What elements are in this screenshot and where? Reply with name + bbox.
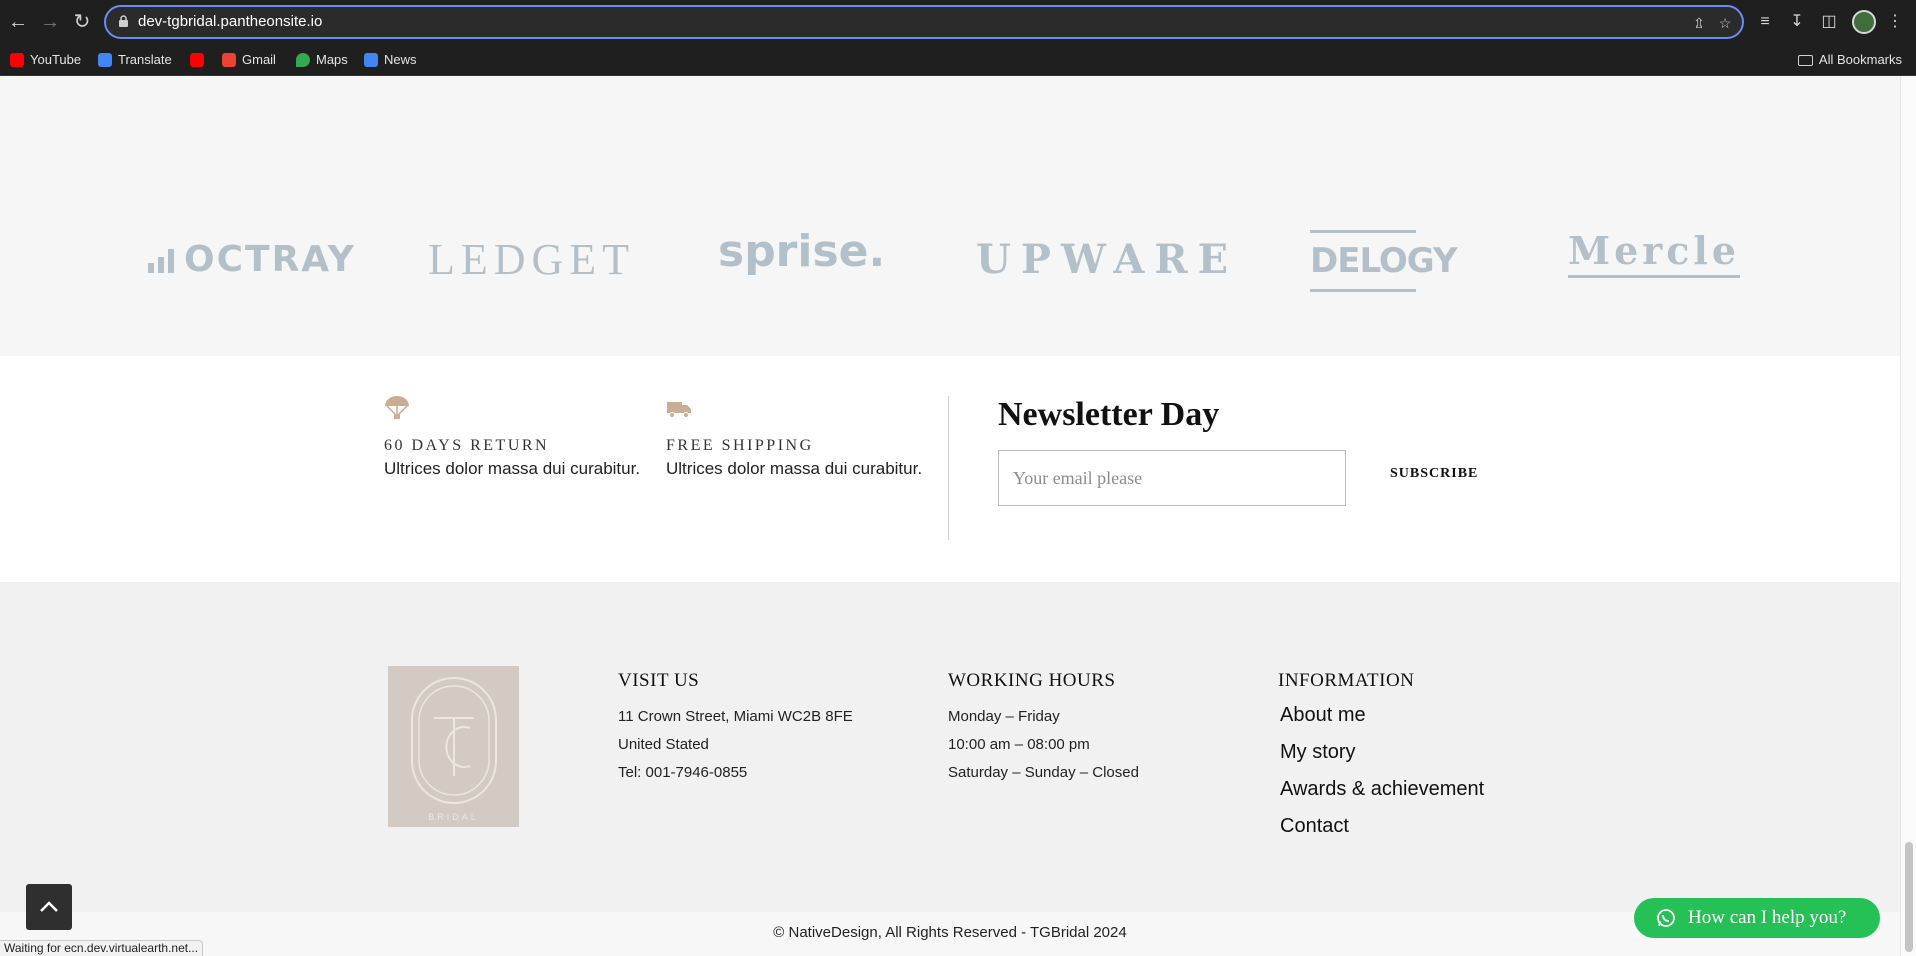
phone-line: Tel: 001-7946-0855 bbox=[618, 764, 748, 781]
maps-icon bbox=[296, 53, 310, 67]
feature-title: FREE SHIPPING bbox=[666, 437, 814, 454]
hours-line: Saturday – Sunday – Closed bbox=[948, 764, 1139, 781]
link-contact[interactable]: Contact bbox=[1278, 811, 1484, 848]
reading-list-icon[interactable]: ≡ bbox=[1754, 11, 1776, 33]
feature-shipping: FREE SHIPPING Ultrices dolor massa dui c… bbox=[666, 396, 922, 479]
bookmark-youtube-2[interactable] bbox=[190, 50, 204, 70]
chevron-up-icon bbox=[40, 901, 58, 912]
folder-icon bbox=[1797, 54, 1813, 66]
side-panel-icon[interactable]: ◫ bbox=[1818, 11, 1840, 33]
bookmark-news[interactable]: News bbox=[364, 50, 417, 70]
translate-icon bbox=[98, 53, 112, 67]
link-awards[interactable]: Awards & achievement bbox=[1278, 774, 1484, 811]
bookmark-label: Maps bbox=[316, 52, 348, 67]
news-icon bbox=[364, 53, 378, 67]
profile-avatar[interactable] bbox=[1852, 10, 1876, 34]
email-input[interactable] bbox=[998, 450, 1346, 506]
browser-toolbar: ← → ↻ dev-tgbridal.pantheonsite.io ⇫ ☆ ≡… bbox=[0, 0, 1916, 44]
gmail-icon bbox=[222, 53, 236, 67]
hours-line: Monday – Friday bbox=[948, 708, 1060, 725]
all-bookmarks[interactable]: All Bookmarks bbox=[1797, 50, 1902, 70]
working-hours-column: WORKING HOURS Monday – Friday 10:00 am –… bbox=[948, 670, 1139, 790]
youtube-icon bbox=[190, 53, 204, 67]
octray-bars-icon bbox=[148, 247, 174, 273]
scrollbar-thumb[interactable] bbox=[1905, 842, 1913, 952]
youtube-icon bbox=[10, 53, 24, 67]
partner-logo-mercle: Mercle bbox=[1568, 228, 1741, 278]
bookmark-youtube[interactable]: YouTube bbox=[10, 50, 81, 70]
url-text: dev-tgbridal.pantheonsite.io bbox=[138, 13, 323, 30]
partner-logo-sprise: sprise. bbox=[718, 226, 886, 277]
link-my-story[interactable]: My story bbox=[1278, 737, 1484, 774]
all-bookmarks-label: All Bookmarks bbox=[1818, 52, 1902, 67]
truck-icon bbox=[667, 402, 691, 418]
bookmarks-bar: YouTube Translate Gmail Maps News All Bo… bbox=[0, 44, 1916, 76]
column-heading: WORKING HOURS bbox=[948, 670, 1116, 691]
link-about-me[interactable]: About me bbox=[1278, 700, 1484, 737]
column-heading: INFORMATION bbox=[1278, 670, 1415, 691]
bookmark-label: Gmail bbox=[242, 52, 276, 67]
partner-logo-delogy: DELOGY bbox=[1310, 230, 1458, 292]
download-icon[interactable]: ↧ bbox=[1786, 11, 1808, 33]
forward-arrow-icon[interactable]: → bbox=[38, 10, 62, 34]
copyright-text: © NativeDesign, All Rights Reserved - TG… bbox=[773, 924, 1127, 941]
bookmark-maps[interactable]: Maps bbox=[296, 50, 348, 70]
share-icon[interactable]: ⇫ bbox=[1690, 14, 1708, 32]
footer: BRIDAL VISIT US 11 Crown Street, Miami W… bbox=[0, 582, 1900, 912]
newsletter-title: Newsletter Day bbox=[998, 396, 1220, 433]
back-to-top-button[interactable] bbox=[26, 884, 72, 930]
column-heading: VISIT US bbox=[618, 670, 700, 691]
hours-line: 10:00 am – 08:00 pm bbox=[948, 736, 1090, 753]
partner-logo-upware: UPWARE bbox=[976, 236, 1239, 283]
bookmark-gmail[interactable]: Gmail bbox=[222, 50, 276, 70]
brand-logo[interactable]: BRIDAL bbox=[388, 666, 519, 827]
features-newsletter-section: 60 DAYS RETURN Ultrices dolor massa dui … bbox=[0, 356, 1900, 582]
page-content: OCTRAY LEDGET sprise. UPWARE DELOGY Merc… bbox=[0, 76, 1900, 956]
partner-logo-text: OCTRAY bbox=[184, 239, 356, 280]
partner-logo-octray: OCTRAY bbox=[148, 239, 356, 280]
information-column: INFORMATION About me My story Awards & a… bbox=[1278, 670, 1484, 848]
bookmark-label: Translate bbox=[118, 52, 172, 67]
back-arrow-icon[interactable]: ← bbox=[6, 10, 30, 34]
parachute-icon bbox=[385, 396, 409, 419]
country-line: United Stated bbox=[618, 736, 709, 753]
divider bbox=[948, 396, 949, 540]
bookmark-label: YouTube bbox=[30, 52, 82, 67]
tg-monogram-icon bbox=[411, 677, 497, 804]
partner-logos-section: OCTRAY LEDGET sprise. UPWARE DELOGY Merc… bbox=[0, 76, 1900, 356]
address-line: 11 Crown Street, Miami WC2B 8FE bbox=[618, 708, 853, 725]
whatsapp-help-button[interactable]: How can I help you? bbox=[1634, 898, 1880, 938]
partner-logo-ledget: LEDGET bbox=[428, 235, 636, 284]
subscribe-button[interactable]: SUBSCRIBE bbox=[1390, 466, 1478, 482]
feature-text: Ultrices dolor massa dui curabitur. bbox=[384, 459, 641, 478]
address-bar[interactable]: dev-tgbridal.pantheonsite.io ⇫ ☆ bbox=[104, 5, 1744, 39]
page-scrollbar[interactable] bbox=[1900, 76, 1916, 956]
reload-icon[interactable]: ↻ bbox=[70, 10, 94, 34]
bookmark-label: News bbox=[384, 52, 417, 67]
feature-text: Ultrices dolor massa dui curabitur. bbox=[666, 459, 923, 478]
feature-returns: 60 DAYS RETURN Ultrices dolor massa dui … bbox=[384, 396, 640, 479]
feature-title: 60 DAYS RETURN bbox=[384, 437, 550, 454]
help-label: How can I help you? bbox=[1688, 907, 1847, 928]
copyright-bar: © NativeDesign, All Rights Reserved - TG… bbox=[0, 912, 1900, 956]
whatsapp-icon bbox=[1657, 909, 1675, 927]
lock-icon bbox=[119, 15, 128, 27]
bookmark-star-icon[interactable]: ☆ bbox=[1716, 14, 1734, 32]
brand-logo-text: BRIDAL bbox=[428, 812, 479, 822]
status-bar: Waiting for ecn.dev.virtualearth.net... bbox=[0, 940, 204, 956]
menu-kebab-icon[interactable]: ⋮ bbox=[1884, 11, 1906, 33]
bookmark-translate[interactable]: Translate bbox=[98, 50, 172, 70]
visit-us-column: VISIT US 11 Crown Street, Miami WC2B 8FE… bbox=[618, 670, 853, 790]
